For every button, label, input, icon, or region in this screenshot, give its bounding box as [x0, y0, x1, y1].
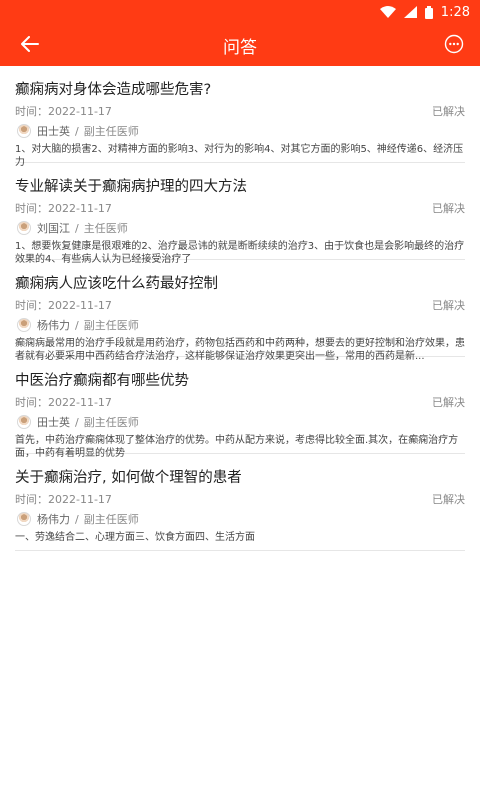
meta-row: 时间：2022-11-17 已解决: [15, 299, 465, 313]
status-badge: 已解决: [432, 396, 465, 409]
list-item[interactable]: 中医治疗癫痫都有哪些优势 时间：2022-11-17 已解决 田士英 / 副主任…: [15, 357, 465, 459]
item-title[interactable]: 关于癫痫治疗, 如何做个理智的患者: [15, 468, 465, 488]
avatar: [17, 415, 31, 429]
item-summary: 癫痫病最常用的治疗手段就是用药治疗，药物包括西药和中药两种，想要去的更好控制和治…: [15, 338, 465, 362]
doctor-title: 主任医师: [83, 222, 128, 235]
doctor-title: 副主任医师: [83, 125, 139, 138]
meta-row: 时间：2022-11-17 已解决: [15, 396, 465, 410]
item-title[interactable]: 癫痫病人应该吃什么药最好控制: [15, 274, 465, 294]
avatar: [17, 318, 31, 332]
list-item[interactable]: 专业解读关于癫痫病护理的四大方法 时间：2022-11-17 已解决 刘国江 /…: [15, 163, 465, 265]
avatar: [17, 512, 31, 526]
item-time: 时间：2022-11-17: [15, 396, 112, 409]
back-arrow-icon: [21, 36, 39, 56]
divider: /: [75, 221, 79, 235]
item-time: 时间：2022-11-17: [15, 299, 112, 312]
back-button[interactable]: [16, 32, 44, 60]
list-item[interactable]: 癫痫病对身体会造成哪些危害? 时间：2022-11-17 已解决 田士英 / 副…: [15, 66, 465, 168]
doctor-name: 田士英: [37, 416, 70, 429]
item-title[interactable]: 专业解读关于癫痫病护理的四大方法: [15, 177, 465, 197]
doctor-name: 田士英: [37, 125, 70, 138]
item-time: 时间：2022-11-17: [15, 493, 112, 506]
more-icon: [444, 34, 464, 58]
divider: /: [75, 512, 79, 526]
doctor-name: 杨伟力: [37, 513, 70, 526]
doctor-row: 田士英 / 副主任医师: [15, 123, 465, 139]
meta-row: 时间：2022-11-17 已解决: [15, 493, 465, 507]
doctor-title: 副主任医师: [83, 416, 139, 429]
item-title[interactable]: 中医治疗癫痫都有哪些优势: [15, 371, 465, 391]
doctor-title: 副主任医师: [83, 319, 139, 332]
doctor-row: 杨伟力 / 副主任医师: [15, 317, 465, 333]
doctor-row: 刘国江 / 主任医师: [15, 220, 465, 236]
status-badge: 已解决: [432, 493, 465, 506]
status-badge: 已解决: [432, 299, 465, 312]
qa-list: 癫痫病对身体会造成哪些危害? 时间：2022-11-17 已解决 田士英 / 副…: [0, 66, 480, 551]
doctor-name: 杨伟力: [37, 319, 70, 332]
divider: /: [75, 318, 79, 332]
avatar: [17, 124, 31, 138]
divider: /: [75, 124, 79, 138]
list-item[interactable]: 关于癫痫治疗, 如何做个理智的患者 时间：2022-11-17 已解决 杨伟力 …: [15, 454, 465, 551]
doctor-row: 田士英 / 副主任医师: [15, 414, 465, 430]
item-time: 时间：2022-11-17: [15, 202, 112, 215]
wifi-icon: [379, 6, 396, 18]
divider: /: [75, 415, 79, 429]
meta-row: 时间：2022-11-17 已解决: [15, 105, 465, 119]
doctor-title: 副主任医师: [83, 513, 139, 526]
item-time: 时间：2022-11-17: [15, 105, 112, 118]
status-bar: 1:28: [0, 0, 480, 24]
doctor-row: 杨伟力 / 副主任医师: [15, 511, 465, 527]
status-badge: 已解决: [432, 202, 465, 215]
more-button[interactable]: [440, 32, 468, 60]
app-header: 问答: [0, 24, 480, 66]
item-title[interactable]: 癫痫病对身体会造成哪些危害?: [15, 80, 465, 100]
meta-row: 时间：2022-11-17 已解决: [15, 202, 465, 216]
battery-icon: [424, 5, 433, 19]
item-summary: 一、劳逸结合二、心理方面三、饮食方面四、生活方面: [15, 532, 255, 543]
page-title: 问答: [223, 37, 257, 58]
avatar: [17, 221, 31, 235]
doctor-name: 刘国江: [37, 222, 70, 235]
list-item[interactable]: 癫痫病人应该吃什么药最好控制 时间：2022-11-17 已解决 杨伟力 / 副…: [15, 260, 465, 362]
status-badge: 已解决: [432, 105, 465, 118]
signal-icon: [403, 6, 417, 18]
status-time: 1:28: [440, 4, 470, 20]
